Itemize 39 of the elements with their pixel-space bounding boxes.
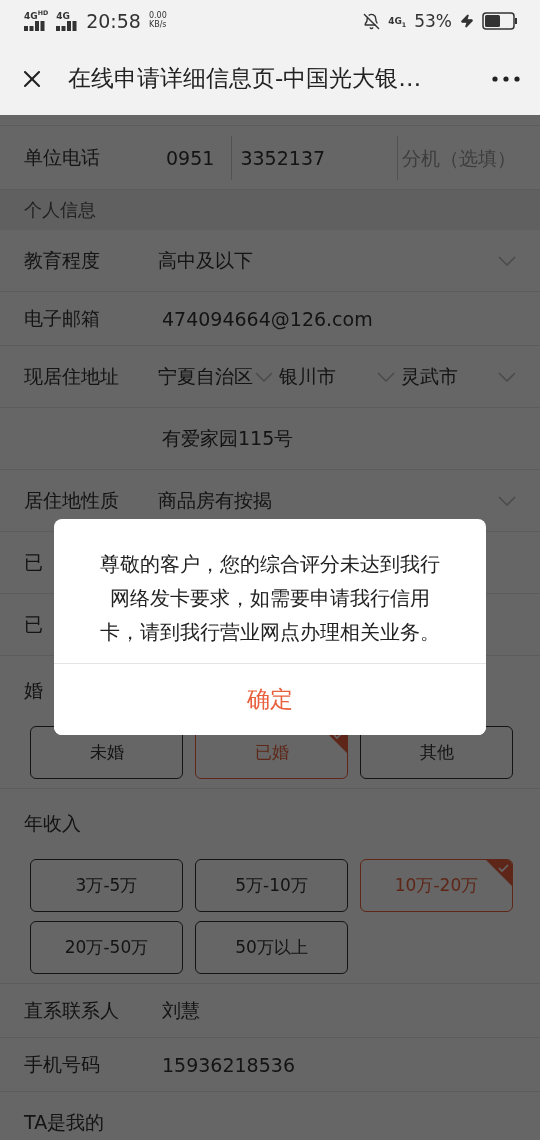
network-type-label: 4G$_{1}$ [388,16,407,26]
speed-unit: KB/s [148,21,167,30]
network-type-label: 4G [56,11,70,21]
option-button[interactable]: 3万-5万 [30,859,183,912]
input-field[interactable]: 刘慧 [158,997,516,1024]
input-field[interactable]: 474094664@126.com [158,307,516,330]
option-button[interactable]: 5万-10万 [195,859,348,912]
field-label: 电子邮箱 [24,305,100,331]
dialog-message: 尊敬的客户，您的综合评分未达到我行网络发卡要求，如需要申请我行信用卡，请到我行营业网点办理相关业务。 [99,551,441,646]
area-code-field[interactable]: 0951 [158,135,232,180]
network-type-label: 4G$^{HD}$ [24,11,49,21]
option-button[interactable]: 20万-50万 [30,921,183,974]
page-title: 在线申请详细信息页-中国光大银… [68,64,423,93]
option-button[interactable]: 50万以上 [195,921,348,974]
field-label: 教育程度 [24,247,100,273]
field-label: 已 [24,549,43,575]
field-label: 现居住地址 [24,363,119,389]
select-field[interactable]: 商品房有按揭 [158,487,498,514]
input-field[interactable]: 有爱家园115号 [158,425,516,452]
section-title: 个人信息 [24,198,96,222]
option-button[interactable]: 10万-20万 [360,859,513,912]
field-label: 居住地性质 [24,487,119,513]
clock-time: 20:58 [86,10,141,32]
battery-percent: 53% [414,11,452,31]
confirm-button[interactable]: 确定 [54,663,486,735]
region-select[interactable]: 银川市 [279,363,395,390]
field-label: 直系联系人 [24,997,119,1023]
field-label: 婚 [24,678,43,703]
field-label: 单位电话 [24,144,100,170]
field-label: 年收入 [24,811,81,836]
field-label: TA是我的 [24,1109,105,1135]
region-select[interactable]: 宁夏自治区 [158,363,274,390]
field-label: 已 [24,611,43,637]
network-speed: 0.00 [148,12,167,21]
input-field[interactable]: 15936218536 [158,1053,516,1076]
field-label: 手机号码 [24,1051,100,1077]
phone-number-field[interactable]: 3352137 [231,135,397,180]
select-field[interactable]: 高中及以下 [158,247,498,274]
region-select[interactable]: 灵武市 [400,363,516,390]
